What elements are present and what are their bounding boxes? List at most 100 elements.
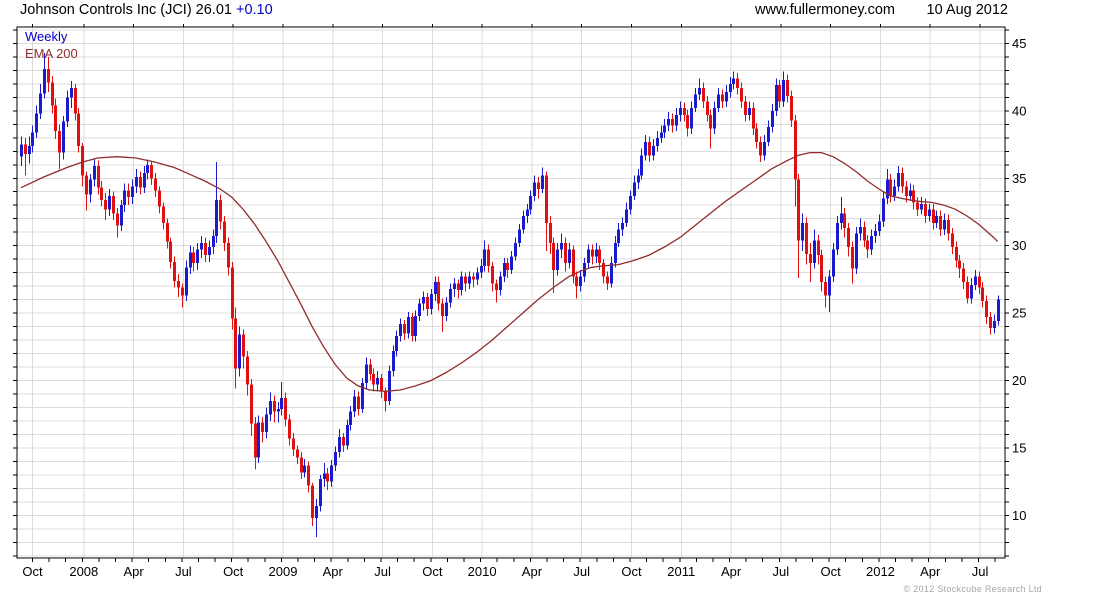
candle-down [47,69,50,83]
candle-up [510,256,513,270]
candle-down [545,175,548,223]
candle-up [690,108,693,129]
candle-down [150,164,153,179]
candle-down [384,391,387,401]
candle-up [200,242,203,250]
candle-down [342,437,345,446]
candle-down [296,449,299,458]
x-axis-label: 2011 [667,564,695,579]
candle-up [212,236,215,248]
candle-down [648,141,651,156]
candle-down [981,287,984,301]
candle-up [131,186,134,198]
candle-down [706,101,709,115]
candle-up [970,284,973,299]
candle-down [778,85,781,102]
candle-up [28,145,31,154]
candle-down [989,317,992,328]
x-axis-label: 2009 [269,564,298,579]
y-axis-label: 25 [1012,306,1026,321]
candle-down [311,485,314,519]
grid-lines [17,27,1005,558]
candle-up [460,276,463,291]
candle-up [859,226,862,234]
x-axis-labels: Oct 2008 Apr Jul Oct 2009 Apr Jul Oct 2010 Apr Jul O… [22,564,988,579]
y-axis-label: 45 [1012,36,1026,51]
candle-down [441,303,444,316]
candle-down [234,318,237,369]
candle-down [598,249,601,264]
candle-down [426,296,429,310]
candle-down [939,216,942,230]
candle-up [330,465,333,482]
candle-up [514,242,517,257]
candle-up [935,216,938,223]
candle-up [43,69,46,94]
candle-down [797,179,800,241]
candle-up [870,236,873,250]
candle-up [782,79,785,102]
candle-down [686,114,689,129]
candle-up [238,334,241,369]
x-axis-label: Apr [920,564,941,579]
candle-up [579,276,582,287]
candle-up [729,83,732,92]
candle-up [644,141,647,156]
candle-up [483,249,486,266]
x-axis-label: Jul [972,564,989,579]
y-axis-label: 15 [1012,440,1026,455]
candle-down [702,87,705,102]
candle-up [280,398,283,409]
candle-down [288,419,291,439]
y-axis-label: 40 [1012,103,1026,118]
candle-up [698,87,701,95]
candle-up [453,283,456,289]
candle-down [51,82,54,106]
candle-up [855,233,858,269]
candle-down [97,166,100,188]
y-axis-label: 35 [1012,171,1026,186]
candle-up [813,240,816,264]
candle-down [464,276,467,284]
candle-down [127,190,130,198]
candle-down [866,240,869,250]
candle-up [108,195,111,210]
ema-200-path [20,151,999,392]
candle-up [874,230,877,237]
candle-up [414,315,417,337]
candle-up [667,118,670,126]
candle-up [675,114,678,126]
candle-down [947,220,950,234]
candle-up [120,205,123,226]
candle-down [372,373,375,385]
candle-up [526,209,529,217]
candle-up [763,141,766,156]
candle-up [732,78,735,84]
candle-up [376,377,379,385]
candle-down [955,247,958,261]
candle-down [549,222,552,243]
candle-down [863,226,866,241]
candle-up [434,282,437,295]
candle-down [300,457,303,473]
candle-down [81,145,84,176]
candle-down [411,317,414,337]
copyright-notice: © 2012 Stockcube Research Ltd [903,584,1042,594]
candle-down [817,240,820,256]
candle-down [744,101,747,115]
candle-up [882,198,885,222]
candle-up [556,249,559,270]
axis-frame [13,24,1009,562]
candle-down [139,176,142,188]
candle-down [246,356,249,385]
x-axis-label: Jul [573,564,590,579]
candle-up [269,400,272,415]
candle-down [104,199,107,210]
candlesticks [20,52,1000,537]
candle-up [595,249,598,257]
candle-down [978,276,981,288]
candle-down [889,179,892,196]
x-axis-label: Apr [123,564,144,579]
candle-up [518,229,521,243]
candle-up [828,276,831,296]
